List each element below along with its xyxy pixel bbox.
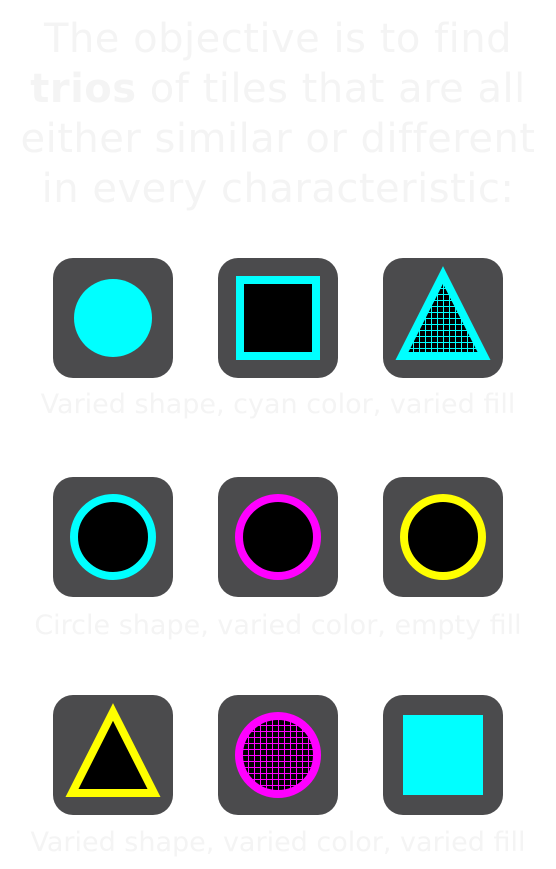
tile-yellow-circle-empty	[383, 477, 503, 597]
square-cyan-solid	[403, 715, 483, 795]
circle-shape	[235, 712, 321, 798]
circle-cyan-solid	[74, 279, 152, 357]
circle-shape	[400, 494, 486, 580]
example-row-1-caption: Varied shape, cyan color, varied fill	[40, 389, 516, 420]
tile-magenta-circle-striped	[218, 695, 338, 815]
tile-yellow-triangle-empty	[53, 695, 173, 815]
objective-line-2-rest: of tiles that are all	[136, 66, 526, 112]
circle-shape	[235, 494, 321, 580]
circle-shape	[70, 494, 156, 580]
objective-line-1: The objective is to find	[44, 16, 512, 62]
circle-cyan-empty	[70, 494, 156, 580]
square-shape	[403, 715, 483, 795]
circle-yellow-empty	[400, 494, 486, 580]
circle-magenta-striped	[235, 712, 321, 798]
square-cyan-empty	[236, 276, 320, 360]
circle-shape	[74, 279, 152, 357]
trios-keyword: trios	[30, 66, 137, 112]
tile-cyan-square-empty	[218, 258, 338, 378]
square-shape	[236, 276, 320, 360]
tile-cyan-triangle-striped	[383, 258, 503, 378]
tile-magenta-circle-empty	[218, 477, 338, 597]
tutorial-screen: The objective is to find trios of tiles …	[0, 0, 556, 869]
objective-line-4: in every characteristic:	[41, 166, 515, 212]
objective-line-2: trios of tiles that are all	[0, 64, 556, 114]
tile-cyan-square-solid	[383, 695, 503, 815]
triangle-cyan-striped	[395, 266, 491, 360]
tile-cyan-circle-solid	[53, 258, 173, 378]
objective-text: The objective is to find trios of tiles …	[0, 14, 556, 214]
circle-magenta-empty	[235, 494, 321, 580]
triangle-shape	[65, 703, 161, 797]
triangle-yellow-empty	[65, 703, 161, 797]
triangle-shape	[395, 266, 491, 360]
example-row-3-caption: Varied shape, varied color, varied fill	[30, 827, 526, 858]
objective-line-3: either similar or different	[20, 116, 536, 162]
example-row-2-caption: Circle shape, varied color, empty fill	[34, 610, 522, 641]
tile-cyan-circle-empty	[53, 477, 173, 597]
